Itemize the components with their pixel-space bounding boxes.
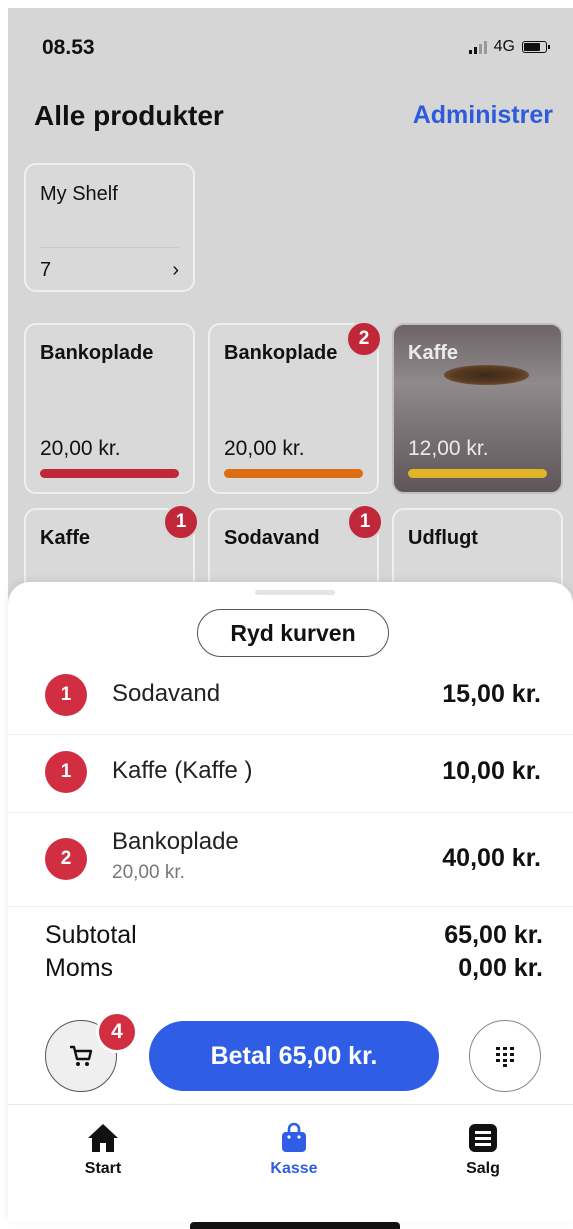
list-icon: [469, 1124, 497, 1152]
quantity-badge: 1: [163, 504, 199, 540]
shelf-count: 7: [40, 259, 52, 281]
product-color-bar: [224, 469, 363, 478]
tabbar-divider: [8, 1104, 573, 1105]
quantity-badge: 2: [45, 838, 87, 880]
product-price: 20,00 kr.: [224, 437, 305, 460]
chevron-right-icon: ›: [172, 259, 179, 281]
cart-icon: [70, 1045, 93, 1066]
product-color-bar: [408, 469, 547, 478]
home-indicator: [190, 1222, 400, 1229]
tab-label: Kasse: [270, 1160, 318, 1177]
tab-label: Salg: [466, 1160, 500, 1177]
tab-label: Start: [84, 1160, 122, 1177]
basket-row[interactable]: 2 Bankoplade 20,00 kr. 40,00 kr.: [8, 812, 573, 907]
tab-salg[interactable]: Salg: [428, 1122, 538, 1178]
product-name: Udflugt: [408, 527, 478, 549]
basket-row[interactable]: 1 Sodavand 15,00 kr.: [8, 656, 573, 735]
tab-kasse[interactable]: Kasse: [239, 1122, 349, 1178]
clear-basket-button[interactable]: Ryd kurven: [197, 609, 389, 657]
item-total: 15,00 kr.: [442, 680, 541, 708]
home-icon: [88, 1124, 118, 1152]
manage-button[interactable]: Administrer: [413, 101, 553, 130]
keypad-button[interactable]: [469, 1020, 541, 1092]
product-name: Sodavand: [224, 527, 320, 549]
shelf-name: My Shelf: [40, 183, 118, 205]
product-name: Bankoplade: [40, 342, 154, 364]
coffee-image: [444, 365, 529, 385]
vat-value: 0,00 kr.: [458, 954, 543, 982]
item-name: Sodavand: [112, 680, 221, 707]
quantity-badge: 2: [346, 321, 382, 357]
quantity-badge: 1: [45, 751, 87, 793]
item-name: Bankoplade: [112, 828, 239, 855]
shelf-divider: [40, 247, 179, 248]
keypad-icon: [496, 1047, 514, 1067]
bag-icon: [282, 1122, 306, 1152]
battery-icon: [522, 41, 550, 53]
product-card[interactable]: Kaffe 12,00 kr.: [392, 323, 563, 494]
status-indicators: 4G: [468, 38, 550, 56]
item-total: 40,00 kr.: [442, 844, 541, 872]
shelf-card[interactable]: My Shelf 7 ›: [24, 163, 195, 292]
quantity-badge: 1: [347, 504, 383, 540]
cart-count-badge: 4: [96, 1011, 138, 1053]
pay-button[interactable]: Betal 65,00 kr.: [149, 1021, 439, 1091]
product-price: 20,00 kr.: [40, 437, 121, 460]
item-unit-price: 20,00 kr.: [112, 862, 185, 883]
subtotal-value: 65,00 kr.: [444, 921, 543, 949]
network-label: 4G: [493, 38, 515, 55]
signal-icon: [468, 40, 487, 54]
subtotal-label: Subtotal: [45, 921, 137, 949]
quantity-badge: 1: [45, 674, 87, 716]
page-title: Alle produkter: [34, 100, 224, 131]
basket-row[interactable]: 1 Kaffe (Kaffe ) 10,00 kr.: [8, 734, 573, 813]
product-name: Kaffe: [408, 342, 459, 364]
item-name: Kaffe (Kaffe ): [112, 757, 253, 784]
product-card[interactable]: Bankoplade 20,00 kr.: [24, 323, 195, 494]
vat-label: Moms: [45, 954, 114, 982]
status-time: 08.53: [42, 36, 95, 59]
item-total: 10,00 kr.: [442, 757, 541, 785]
product-name: Bankoplade: [224, 342, 338, 364]
product-name: Kaffe: [40, 527, 91, 549]
sheet-grabber[interactable]: [255, 590, 335, 595]
tab-start[interactable]: Start: [48, 1122, 158, 1178]
product-price: 12,00 kr.: [408, 437, 489, 460]
product-color-bar: [40, 469, 179, 478]
